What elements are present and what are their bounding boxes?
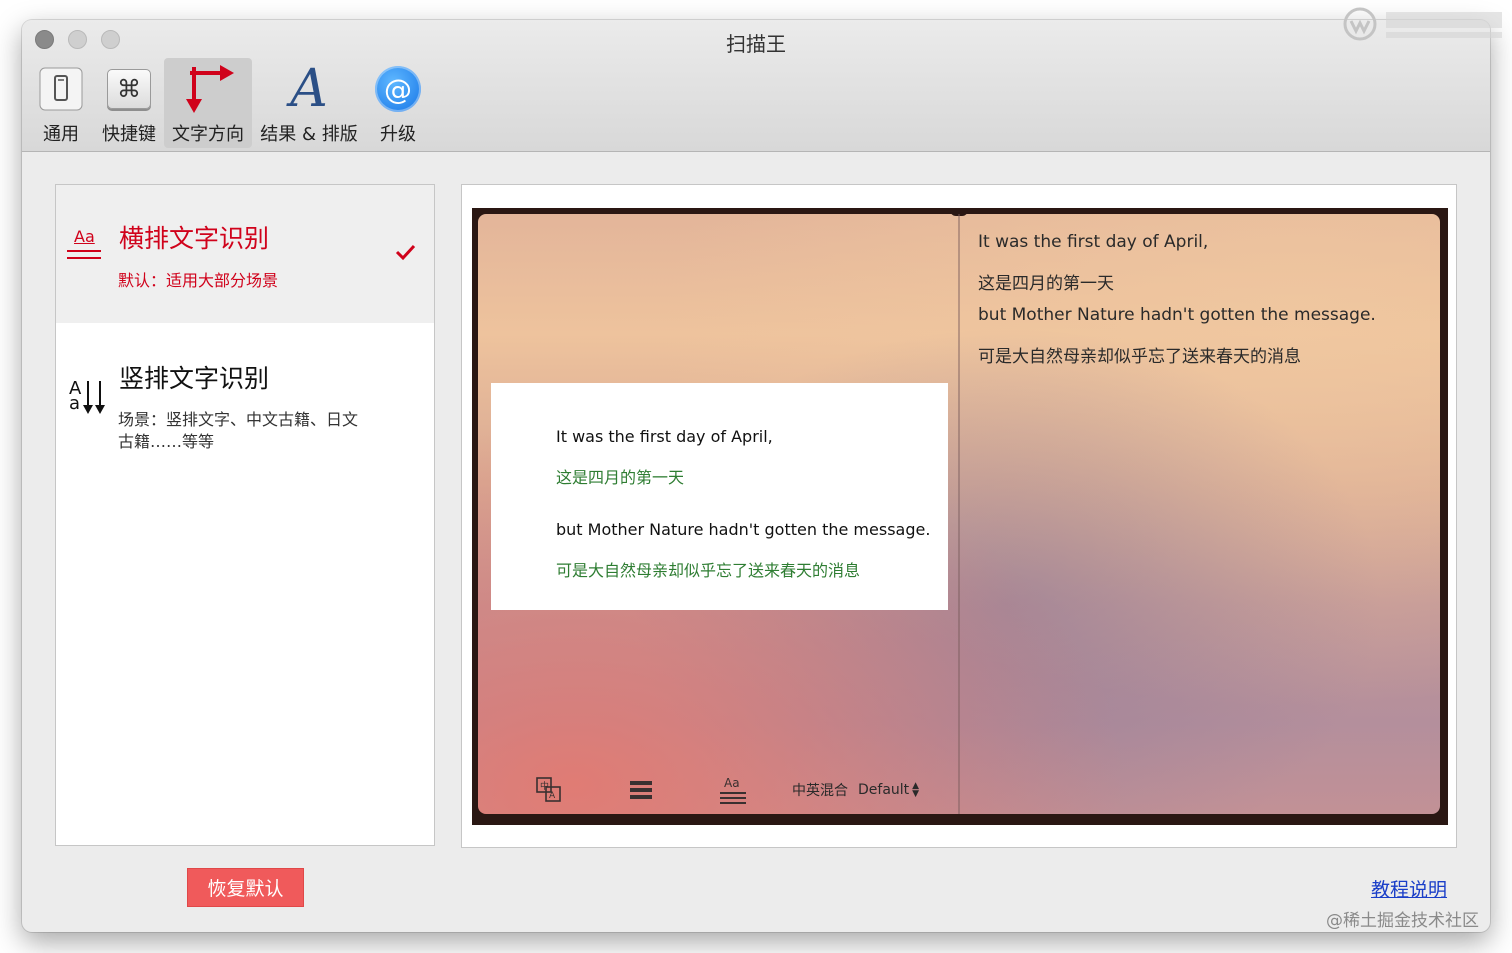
preview-panel: It was the first day of April, 这是四月的第一天 …	[461, 184, 1457, 848]
horizontal-text-icon-label: Aa	[74, 227, 95, 246]
toolbar-label: 快捷键	[102, 124, 156, 145]
toolbar-general[interactable]: 通用	[36, 58, 86, 148]
mode-title: 横排文字识别	[119, 224, 270, 253]
font-value: Default	[858, 782, 910, 798]
toolbar-shortcuts[interactable]: ⌘ 快捷键	[100, 58, 158, 148]
language-value: 中英混合	[792, 783, 848, 799]
recognition-mode-list: Aa 横排文字识别 默认：适用大部分场景 A a 竖排文字识别 场景：竖排文字、…	[55, 184, 435, 846]
text-direction-arrows-icon	[180, 62, 236, 116]
card-line: 可是大自然母亲却似乎忘了送来春天的消息	[556, 561, 861, 580]
mode-horizontal[interactable]: Aa 横排文字识别 默认：适用大部分场景	[56, 185, 434, 323]
ocr-result-line: but Mother Nature hadn't gotten the mess…	[978, 305, 1376, 325]
card-line: 这是四月的第一天	[556, 468, 685, 487]
toolbar-label: 通用	[43, 124, 79, 145]
card-line: It was the first day of April,	[556, 427, 773, 446]
phone-switch-icon	[38, 62, 84, 116]
toolbar-results-layout[interactable]: A 结果 & 排版	[258, 58, 360, 148]
toolbar-text-direction[interactable]: 文字方向	[164, 58, 252, 148]
command-glyph: ⌘	[107, 69, 151, 109]
ocr-result-line: 这是四月的第一天	[978, 274, 1114, 294]
mode-subtitle: 默认：适用大部分场景	[118, 271, 279, 290]
list-icon[interactable]	[629, 776, 653, 804]
text-style-icon[interactable]: Aa	[720, 776, 748, 804]
restore-defaults-button[interactable]: 恢复默认	[187, 868, 304, 907]
titlebar-toolbar: 扫描王 通用 ⌘ 快捷键 文字方向 A 结果 & 排版 @ 升级	[22, 20, 1490, 152]
vertical-text-icon: A a	[69, 380, 109, 417]
ocr-result-line: 可是大自然母亲却似乎忘了送来春天的消息	[978, 347, 1301, 367]
horizontal-text-icon: Aa	[67, 227, 103, 267]
toolbar-upgrade[interactable]: @ 升级	[372, 58, 424, 148]
ocr-result-line: It was the first day of April,	[978, 232, 1209, 252]
preferences-window: 扫描王 通用 ⌘ 快捷键 文字方向 A 结果 & 排版 @ 升级 Aa 横排文字…	[22, 20, 1490, 932]
svg-text:A: A	[549, 791, 556, 801]
preview-screenshot: It was the first day of April, 这是四月的第一天 …	[472, 208, 1448, 825]
mode-subtitle-line1: 场景：竖排文字、中文古籍、日文	[118, 410, 359, 429]
mode-title: 竖排文字识别	[119, 364, 270, 393]
community-watermark: @稀土掘金技术社区	[1326, 911, 1479, 931]
translate-icon[interactable]: 中 A	[536, 776, 562, 804]
toolbar-label: 升级	[380, 124, 416, 145]
vertical-icon-bottom: a	[69, 393, 81, 414]
svg-text:中: 中	[540, 780, 549, 792]
card-line: but Mother Nature hadn't gotten the mess…	[556, 520, 931, 539]
toolbar-label: 结果 & 排版	[260, 124, 358, 145]
command-key-icon: ⌘	[107, 62, 151, 116]
stepper-chevron-icon: ▲ ▼	[912, 781, 920, 799]
checkmark-icon	[395, 243, 417, 265]
tutorial-link[interactable]: 教程说明	[1371, 875, 1447, 902]
window-title: 扫描王	[726, 32, 786, 56]
serif-a-icon: A	[290, 62, 328, 116]
language-font-selector[interactable]: 中英混合 Default ▲ ▼	[792, 776, 919, 804]
source-text-card: It was the first day of April, 这是四月的第一天 …	[491, 383, 948, 610]
mode-vertical[interactable]: A a 竖排文字识别 场景：竖排文字、中文古籍、日文 古籍……等等	[56, 323, 434, 473]
split-divider	[958, 214, 960, 814]
serif-a-glyph: A	[290, 59, 328, 119]
toolbar-label: 文字方向	[172, 124, 244, 145]
at-sign-icon: @	[375, 62, 421, 116]
at-glyph: @	[375, 66, 421, 112]
text-style-icon-label: Aa	[724, 776, 740, 790]
mode-subtitle-line2: 古籍……等等	[118, 432, 215, 451]
site-logo-watermark	[1342, 4, 1506, 44]
